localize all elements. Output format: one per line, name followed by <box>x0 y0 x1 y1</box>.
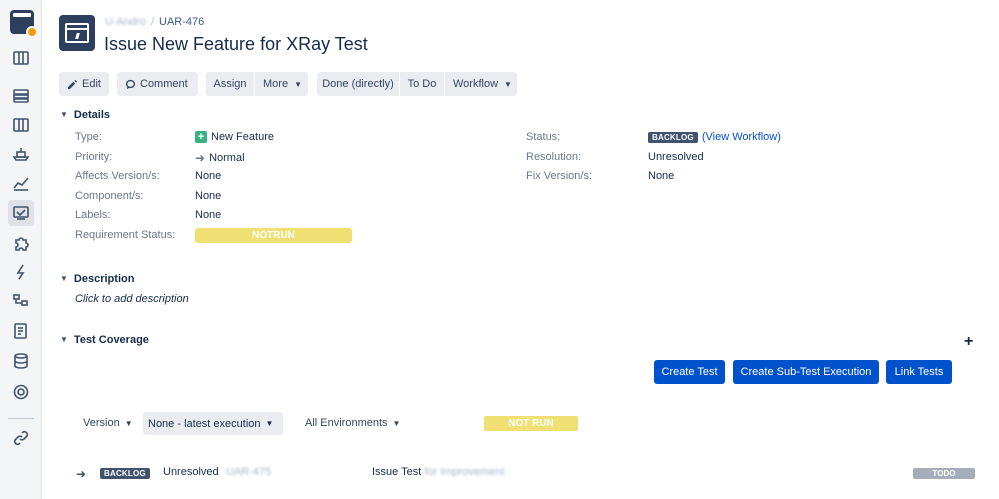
assign-button[interactable]: Assign <box>206 72 254 96</box>
add-ons-puzzle-icon[interactable] <box>8 230 34 256</box>
comment-button[interactable]: Comment <box>117 72 198 96</box>
done-directly-button[interactable]: Done (directly) <box>317 72 399 96</box>
version-filter-label: Version <box>83 417 120 429</box>
labels-value: None <box>195 209 222 221</box>
status-label: Status: <box>526 131 561 143</box>
pencil-icon <box>67 79 78 89</box>
type-value-text: New Feature <box>211 131 274 143</box>
row-summary[interactable]: Issue Test for Improvement <box>372 466 504 478</box>
workflow-label: Workflow <box>453 78 499 90</box>
chevron-down-icon: ▼ <box>124 419 133 428</box>
database-icon[interactable] <box>8 348 34 374</box>
lightning-icon[interactable] <box>8 259 34 285</box>
type-label: Type: <box>75 131 102 143</box>
row-status-text: BACKLOG <box>100 468 150 479</box>
issue-title[interactable]: Issue New Feature for XRay Test <box>104 34 368 55</box>
test-repository-icon[interactable] <box>8 288 34 314</box>
create-sub-test-execution-button[interactable]: Create Sub-Test Execution <box>733 360 879 384</box>
project-sidebar <box>0 0 42 499</box>
priority-value-text: Normal <box>209 152 245 164</box>
requirement-status-bar: NOTRUN <box>195 228 352 243</box>
edit-button[interactable]: Edit <box>59 72 109 96</box>
chevron-down-icon: ▼ <box>504 79 512 89</box>
more-button[interactable]: More ▼ <box>255 72 308 96</box>
row-issue-key-text: UAR-475 <box>226 466 272 478</box>
reports-chart-icon[interactable] <box>8 170 34 196</box>
row-summary-rest: for Improvement <box>424 466 505 478</box>
new-feature-plus-icon: + <box>195 131 207 143</box>
component-value: None <box>195 190 222 202</box>
chevron-down-icon: ▼ <box>60 110 68 119</box>
board-columns-icon[interactable] <box>8 112 34 138</box>
resolution-value: Unresolved <box>648 151 704 163</box>
edit-label: Edit <box>82 78 101 90</box>
environments-filter[interactable]: All Environments ▼ <box>305 417 400 429</box>
add-plus-icon[interactable]: + <box>964 333 973 351</box>
details-heading: Details <box>73 109 110 121</box>
to-do-button[interactable]: To Do <box>400 72 444 96</box>
chevron-down-icon: ▼ <box>265 419 274 428</box>
chevron-down-icon: ▼ <box>60 335 68 344</box>
breadcrumb-issue-key[interactable]: UAR-476 <box>159 16 204 28</box>
arrow-right-icon: ➜ <box>195 151 206 165</box>
row-status-lozenge: BACKLOG <box>100 467 150 479</box>
issue-toolbar: Edit Comment Assign More ▼ Done (directly… <box>59 72 517 96</box>
chevron-down-icon: ▼ <box>294 79 302 89</box>
breadcrumb: U-Andro / UAR-476 <box>105 16 205 28</box>
fix-version-label: Fix Version/s: <box>526 170 593 182</box>
version-select[interactable]: None - latest execution ▼ <box>143 412 283 435</box>
environments-filter-label: All Environments <box>305 417 388 429</box>
affects-version-value: None <box>195 170 222 182</box>
test-coverage-heading: Test Coverage <box>73 334 149 346</box>
row-resolution: Unresolved <box>163 466 219 478</box>
breadcrumb-project-link[interactable]: U-Andro <box>105 16 146 28</box>
description-section-toggle[interactable]: ▼ Description <box>60 273 134 285</box>
requirement-status-label: Requirement Status: <box>75 229 176 241</box>
issues-checklist-icon[interactable] <box>8 200 34 226</box>
row-test-status-lozenge: TODO <box>913 468 975 479</box>
project-logo-icon[interactable] <box>10 10 38 38</box>
affects-version-label: Affects Version/s: <box>75 170 160 182</box>
row-summary-prefix: Issue Test <box>372 466 422 478</box>
status-lozenge: BACKLOG <box>648 131 698 143</box>
row-issue-key-link[interactable]: UAR-475 <box>226 466 271 478</box>
resolution-label: Resolution: <box>526 151 582 163</box>
chevron-down-icon: ▼ <box>60 274 68 283</box>
workflow-button[interactable]: Workflow ▼ <box>445 72 517 96</box>
releases-ship-icon[interactable] <box>8 141 34 167</box>
chevron-down-icon: ▼ <box>392 419 401 428</box>
speech-bubble-icon <box>125 79 136 89</box>
priority-label: Priority: <box>75 151 113 163</box>
comment-label: Comment <box>140 78 188 90</box>
backlog-list-icon[interactable] <box>8 83 34 109</box>
backlog-board-icon[interactable] <box>8 45 34 71</box>
details-section-toggle[interactable]: ▼ Details <box>60 109 110 121</box>
status-value: BACKLOG (View Workflow) <box>648 131 781 143</box>
create-test-button[interactable]: Create Test <box>654 360 725 384</box>
test-plan-document-icon[interactable] <box>8 318 34 344</box>
overall-status-bar: NOT RUN <box>484 416 578 431</box>
component-label: Component/s: <box>75 190 144 202</box>
test-coverage-section-toggle[interactable]: ▼ Test Coverage <box>60 334 149 346</box>
link-chain-icon[interactable] <box>8 425 34 451</box>
link-tests-button[interactable]: Link Tests <box>886 360 952 384</box>
more-label: More <box>263 78 289 90</box>
type-value: + New Feature <box>195 131 274 143</box>
description-heading: Description <box>73 273 135 285</box>
settings-gear-icon[interactable] <box>8 379 34 405</box>
view-workflow-link[interactable]: (View Workflow) <box>702 131 781 143</box>
labels-label: Labels: <box>75 209 111 221</box>
sidebar-divider <box>8 418 34 419</box>
add-description-field[interactable]: Click to add description <box>75 293 189 305</box>
version-filter[interactable]: Version ▼ <box>83 417 133 429</box>
priority-value: ➜ Normal <box>195 151 245 165</box>
fix-version-value: None <box>648 170 675 182</box>
project-avatar-icon[interactable] <box>59 15 95 51</box>
version-select-value: None - latest execution <box>148 417 261 430</box>
expand-row-arrow-icon[interactable]: ➜ <box>76 467 86 481</box>
